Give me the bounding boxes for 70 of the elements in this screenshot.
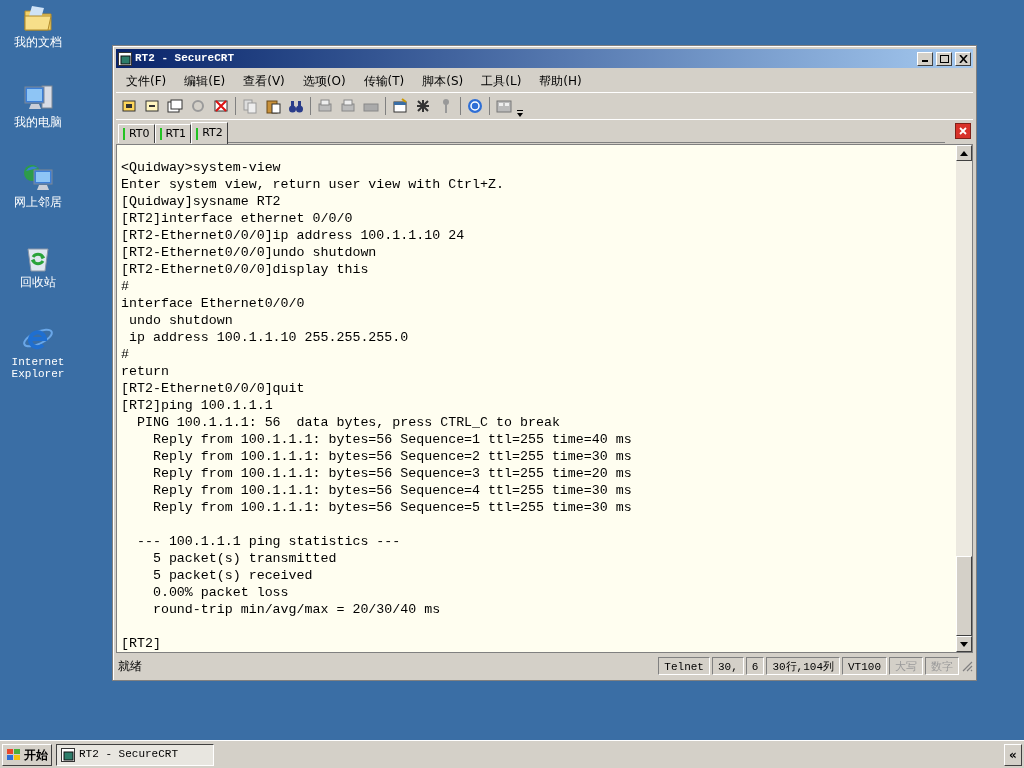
terminal-line: Reply from 100.1.1.1: bytes=56 Sequence=3 ttl=255 time=20 ms	[151, 465, 632, 482]
desktop-icon-label[interactable]: 我的电脑	[14, 116, 62, 128]
window-title: RT2 - SecureCRT	[135, 51, 235, 67]
terminal-line: ip address 100.1.1.10 255.255.255.0	[127, 329, 409, 346]
terminal-line: 5 packet(s) transmitted	[151, 550, 337, 567]
tray-expand-button[interactable]: «	[1004, 743, 1022, 766]
terminal-line: [RT2-Ethernet0/0/0]quit	[121, 380, 305, 397]
resize-grip-icon[interactable]	[961, 660, 973, 672]
close-button[interactable]	[955, 51, 971, 66]
terminal-line: round-trip min/avg/max = 20/30/40 ms	[151, 601, 441, 618]
status-pane: VT100	[842, 657, 887, 675]
maximize-icon	[939, 54, 949, 63]
terminal-line: interface Ethernet0/0/0	[121, 295, 305, 312]
maximize-button[interactable]	[936, 51, 952, 66]
down-arrow-icon	[960, 641, 968, 647]
terminal-app-icon	[61, 747, 75, 762]
minimize-button[interactable]	[917, 51, 933, 66]
close-tab-button[interactable]	[955, 123, 971, 139]
menu-item[interactable]: 传输(T)	[355, 71, 413, 91]
terminal-line: [RT2-Ethernet0/0/0]display this	[121, 261, 369, 278]
status-pane: 6	[745, 657, 765, 675]
close-icon	[959, 127, 967, 135]
desktop-icon-label[interactable]: 网上邻居	[14, 196, 62, 208]
start-button[interactable]: 开始	[2, 743, 52, 766]
status-pane: 30,	[711, 657, 744, 675]
terminal-line: 0.00% packet loss	[151, 584, 289, 601]
up-arrow-icon	[960, 150, 968, 156]
status-pane: Telnet	[658, 657, 710, 675]
menu-item[interactable]: 文件(F)	[118, 71, 175, 91]
taskbar-window-button[interactable]: RT2 - SecureCRT	[56, 743, 214, 766]
desktop-icon-label[interactable]: Internet Explorer	[8, 356, 68, 380]
terminal-line: <Quidway>system-view	[121, 159, 281, 176]
windows-logo-icon	[6, 747, 22, 762]
terminal-line: 5 packet(s) received	[151, 567, 313, 584]
terminal-line: Reply from 100.1.1.1: bytes=56 Sequence=5 ttl=255 time=30 ms	[151, 499, 632, 516]
menu-item[interactable]: 选项(O)	[294, 71, 354, 91]
terminal-line: #	[121, 278, 129, 295]
terminal-line: #	[121, 346, 129, 363]
status-pane: 数字	[925, 657, 959, 675]
terminal-line: [RT2]interface ethernet 0/0/0	[121, 210, 353, 227]
menu-item[interactable]: 脚本(S)	[414, 71, 472, 91]
terminal-app-icon	[118, 51, 132, 66]
menu-item[interactable]: 编辑(E)	[176, 71, 234, 91]
session-tab[interactable]: RT2	[191, 122, 228, 144]
menu-item[interactable]: 帮助(H)	[531, 71, 590, 91]
menu-item[interactable]: 工具(L)	[473, 71, 530, 91]
terminal-line: [RT2]	[121, 635, 161, 652]
scrollbar[interactable]	[956, 145, 972, 652]
terminal-line: [RT2-Ethernet0/0/0]undo shutdown	[121, 244, 377, 261]
terminal-line: undo shutdown	[127, 312, 233, 329]
desktop-icon-label[interactable]: 我的文档	[14, 36, 62, 48]
scrollbar-thumb[interactable]	[956, 556, 972, 636]
terminal-line: [RT2]ping 100.1.1.1	[121, 397, 273, 414]
session-tab[interactable]: RT1	[154, 124, 192, 143]
terminal-line: [RT2-Ethernet0/0/0]ip address 100.1.1.10 24	[121, 227, 465, 244]
close-icon	[958, 54, 968, 63]
menu-item[interactable]: 查看(V)	[235, 71, 293, 91]
terminal-line: Reply from 100.1.1.1: bytes=56 Sequence=1 ttl=255 time=40 ms	[151, 431, 632, 448]
terminal-line: [Quidway]sysname RT2	[121, 193, 281, 210]
terminal-line: return	[121, 363, 169, 380]
terminal-line: Reply from 100.1.1.1: bytes=56 Sequence=2 ttl=255 time=30 ms	[151, 448, 632, 465]
minimize-icon	[922, 60, 928, 62]
terminal-line: PING 100.1.1.1: 56 data bytes, press CTRL_C to break	[135, 414, 560, 431]
terminal-line: Reply from 100.1.1.1: bytes=56 Sequence=4 ttl=255 time=30 ms	[151, 482, 632, 499]
session-tab[interactable]: RT0	[118, 124, 155, 143]
status-message: 就绪	[117, 658, 142, 675]
terminal-line: Enter system view, return user view with Ctrl+Z.	[121, 176, 504, 193]
status-pane: 30行,104列	[766, 657, 840, 675]
desktop-icon-label[interactable]: 回收站	[20, 276, 56, 288]
terminal-line: --- 100.1.1.1 ping statistics ---	[135, 533, 401, 550]
